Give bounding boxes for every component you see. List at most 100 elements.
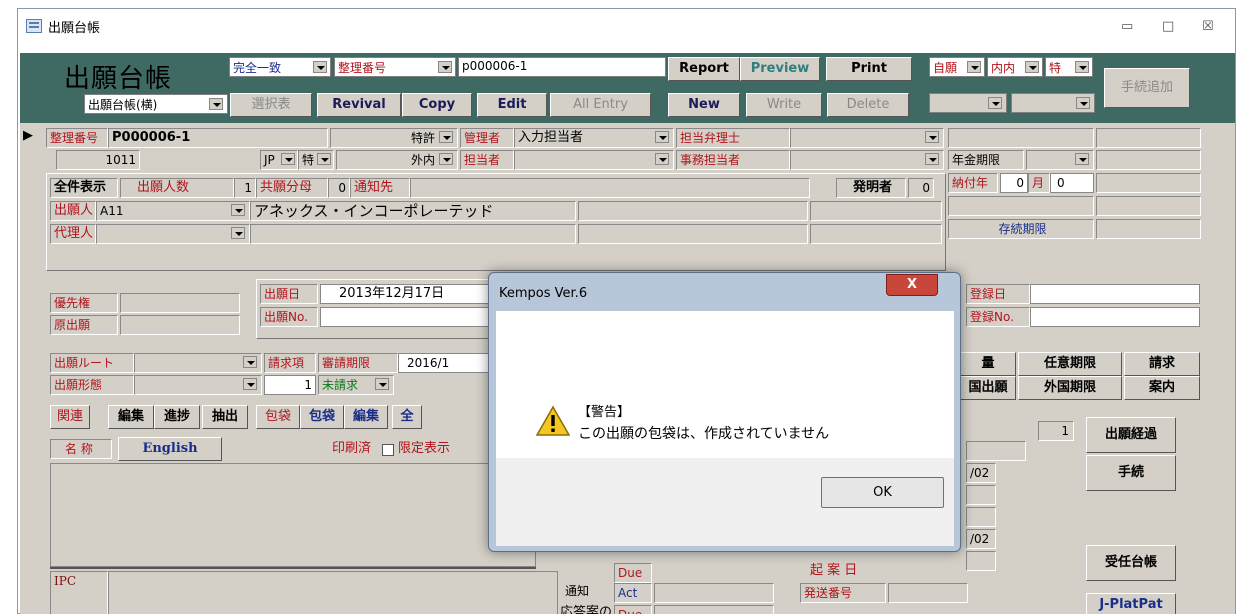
filing-date-value[interactable]: 2013年12月17日 (320, 284, 506, 304)
blank-field-3 (1096, 150, 1201, 170)
procedure-button[interactable]: 手続 (1086, 455, 1176, 491)
original-field[interactable] (120, 315, 240, 335)
priority-field[interactable] (120, 293, 240, 313)
staff-select[interactable] (514, 150, 674, 170)
close-button[interactable]: ☒ (1202, 19, 1214, 34)
kind-select[interactable]: 特 (298, 150, 334, 170)
tab-edit-2[interactable]: 編集 (344, 405, 388, 429)
annuity-select[interactable] (1026, 150, 1094, 170)
acceptance-button[interactable]: 受任台帳 (1086, 545, 1176, 581)
show-all-button[interactable]: 全件表示 (50, 178, 118, 198)
blank-field-6 (1096, 196, 1201, 216)
tab-progress[interactable]: 進捗 (154, 405, 200, 429)
tab-guide[interactable]: 案内 (1124, 376, 1200, 400)
record-selector-icon[interactable]: ▶ (23, 126, 35, 146)
tab-all[interactable]: 全 (392, 405, 422, 429)
dialog-title: Kempos Ver.6 (499, 286, 588, 301)
chevron-down-icon (1076, 97, 1090, 109)
view-select[interactable]: 出願台帳(横) (84, 94, 228, 114)
notice-field[interactable] (410, 178, 810, 198)
search-input[interactable]: p000006-1 (458, 57, 666, 77)
paid-month-value[interactable]: 0 (1050, 173, 1094, 193)
tab-claim[interactable]: 請求 (1124, 352, 1200, 376)
sub-select-1[interactable] (929, 93, 1007, 113)
report-button[interactable]: Report (668, 57, 740, 81)
sub-select-2[interactable] (1011, 93, 1095, 113)
minimize-button[interactable]: ▭ (1121, 19, 1133, 34)
tab-wrap[interactable]: 包袋 (256, 405, 300, 429)
agent-select[interactable] (96, 224, 250, 244)
filter3-select[interactable]: 特 (1045, 57, 1093, 77)
chevron-down-icon (988, 97, 1002, 109)
copy-button[interactable]: Copy (402, 93, 472, 117)
due2-field[interactable] (654, 605, 774, 614)
manager-select[interactable]: 入力担当者 (514, 128, 674, 148)
title-textarea[interactable] (50, 463, 536, 567)
tab-wrap-2[interactable]: 包袋 (300, 405, 344, 429)
act-field[interactable] (654, 583, 774, 603)
route-select[interactable] (134, 353, 262, 373)
maximize-button[interactable]: □ (1162, 19, 1174, 34)
domestic-select[interactable]: 外内 (336, 150, 458, 170)
tab-optional-due[interactable]: 任意期限 (1018, 352, 1122, 376)
tab-extract[interactable]: 抽出 (202, 405, 248, 429)
chevron-down-icon (1075, 61, 1089, 73)
inventor-button[interactable]: 発明者 (836, 178, 906, 198)
unrequested-select[interactable]: 未請求 (318, 375, 394, 395)
english-button[interactable]: English (118, 437, 222, 461)
print-button[interactable]: Print (826, 57, 912, 81)
filing-no-value[interactable] (320, 307, 506, 327)
ipc-field[interactable] (108, 571, 558, 614)
form-select[interactable] (134, 375, 262, 395)
applicant-code-select[interactable]: A11 (96, 201, 250, 221)
attorney-select[interactable] (790, 128, 944, 148)
tab-foreign-filing[interactable]: 国出願 (960, 376, 1016, 400)
tab-related[interactable]: 関連 (50, 405, 90, 429)
ref-value[interactable]: P000006-1 (108, 128, 328, 148)
revival-button[interactable]: Revival (317, 93, 401, 117)
reg-date-value[interactable] (1030, 284, 1200, 304)
filter1-select[interactable]: 自願 (929, 57, 985, 77)
agent-name[interactable] (250, 224, 576, 244)
filter2-select[interactable]: 内内 (987, 57, 1043, 77)
tab-edit[interactable]: 編集 (108, 405, 154, 429)
applicant-count: 1 (234, 178, 256, 198)
printed-checkbox[interactable] (382, 444, 394, 456)
name-label: 名 称 (50, 439, 112, 459)
new-button[interactable]: New (668, 93, 740, 117)
window-title: 出願台帳 (48, 21, 101, 36)
history-button[interactable]: 出願経過 (1086, 417, 1176, 453)
edit-button[interactable]: Edit (477, 93, 547, 117)
delete-button[interactable]: Delete (827, 93, 909, 117)
send-no-label: 発送番号 (800, 583, 886, 603)
write-button[interactable]: Write (746, 93, 822, 117)
all-entry-button[interactable]: All Entry (550, 93, 651, 117)
country-select[interactable]: JP (260, 150, 298, 170)
paid-month-label: 月 (1028, 173, 1050, 193)
jplatpat-button[interactable]: J-PlatPat (1086, 593, 1176, 614)
ok-button[interactable]: OK (821, 477, 944, 508)
tab-amount[interactable]: 量 (960, 352, 1016, 376)
tab-foreign-due[interactable]: 外国期限 (1018, 376, 1122, 400)
chevron-down-icon (655, 153, 669, 165)
chevron-down-icon (231, 204, 245, 216)
preview-button[interactable]: Preview (740, 57, 820, 81)
send-no-field[interactable] (888, 583, 968, 603)
dialog-close-button[interactable]: X (886, 274, 938, 296)
type-select[interactable]: 特許 (330, 128, 458, 148)
num-field[interactable]: 1011 (56, 150, 140, 170)
chevron-down-icon (317, 153, 331, 165)
field-select[interactable]: 整理番号 (334, 57, 456, 77)
paid-year-value[interactable]: 0 (1000, 173, 1028, 193)
select-table-button[interactable]: 選択表 (230, 93, 312, 117)
claims-value[interactable]: 1 (264, 375, 316, 395)
clerk-label: 事務担当者 (676, 150, 790, 170)
clerk-select[interactable] (790, 150, 944, 170)
manager-label: 管理者 (460, 128, 514, 148)
procedure-add-button[interactable]: 手続追加 (1104, 68, 1190, 108)
match-select[interactable]: 完全一致 (229, 57, 331, 77)
title-bar: 出願台帳 ▭ □ ☒ (18, 9, 1235, 45)
blank-right-4 (966, 551, 996, 571)
applicant-name[interactable]: アネックス・インコーポレーテッド (250, 201, 576, 221)
reg-no-value[interactable] (1030, 307, 1200, 327)
